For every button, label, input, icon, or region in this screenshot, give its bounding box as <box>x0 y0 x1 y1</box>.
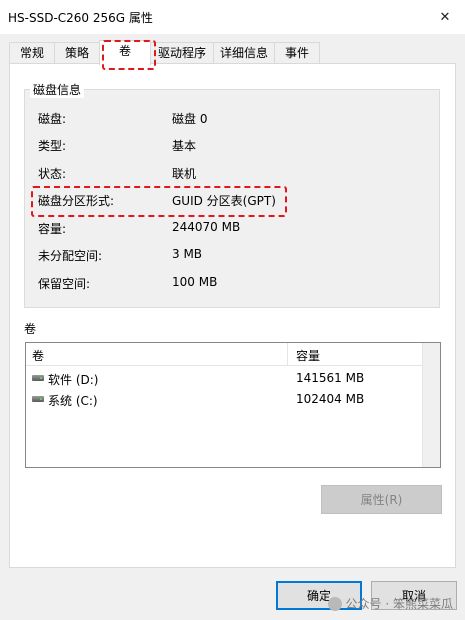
volumes-list[interactable]: 卷 容量 软件 (D:) 141561 MB 系统 (C:) 102404 MB <box>25 342 441 468</box>
column-divider[interactable] <box>287 343 288 365</box>
reserved-label: 保留空间: <box>38 277 91 291</box>
tab-general-label: 常规 <box>19 46 44 60</box>
unallocated-value: 3 MB <box>172 247 203 261</box>
tab-policies[interactable]: 策略 <box>54 42 100 63</box>
tab-volumes-label: 卷 <box>118 44 131 58</box>
watermark-text: 公众号 · 笨熊菜菜瓜 <box>345 597 453 611</box>
volume-name: 系统 (C:) <box>48 394 98 408</box>
disk-value: 磁盘 0 <box>172 112 208 126</box>
type-value: 基本 <box>172 139 197 153</box>
close-button[interactable]: ✕ <box>425 0 465 34</box>
tab-events[interactable]: 事件 <box>274 42 320 63</box>
vertical-scrollbar[interactable] <box>422 343 440 467</box>
volume-name: 软件 (D:) <box>48 373 99 387</box>
column-header-volume[interactable]: 卷 <box>32 347 44 364</box>
tab-policies-label: 策略 <box>64 46 89 60</box>
properties-button-label: 属性(R) <box>360 493 403 507</box>
tab-volumes[interactable]: 卷 <box>99 40 151 65</box>
drive-icon <box>32 396 44 402</box>
list-item[interactable]: 系统 (C:) 102404 MB <box>26 389 424 409</box>
watermark: 公众号 · 笨熊菜菜瓜 <box>327 595 453 612</box>
status-label: 状态: <box>38 167 67 181</box>
type-label: 类型: <box>38 139 67 153</box>
disk-info-group-label: 磁盘信息 <box>30 81 85 98</box>
volumes-list-header: 卷 容量 <box>26 343 440 366</box>
tab-driver[interactable]: 驱动程序 <box>150 42 214 63</box>
reserved-value: 100 MB <box>172 275 218 289</box>
tab-driver-label: 驱动程序 <box>157 46 206 60</box>
disk-info-group: 磁盘: 磁盘 0 类型: 基本 状态: 联机 磁盘分区形式: GUID 分区表(… <box>24 89 440 308</box>
volumes-section-label: 卷 <box>24 322 37 336</box>
properties-dialog: HS-SSD-C260 256G 属性 ✕ 常规 策略 卷 驱动程序 详细信息 … <box>0 0 465 620</box>
drive-icon <box>32 375 44 381</box>
disk-label: 磁盘: <box>38 112 67 126</box>
properties-button[interactable]: 属性(R) <box>321 485 442 514</box>
status-value: 联机 <box>172 167 197 181</box>
tab-content-panel: 磁盘信息 磁盘: 磁盘 0 类型: 基本 状态: 联机 磁盘分区形式: GUID… <box>9 63 456 568</box>
tab-events-label: 事件 <box>284 46 309 60</box>
close-icon: ✕ <box>439 9 451 25</box>
partition-style-label: 磁盘分区形式: <box>38 194 115 208</box>
list-item[interactable]: 软件 (D:) 141561 MB <box>26 368 424 388</box>
volume-capacity: 141561 MB <box>296 371 365 385</box>
capacity-value: 244070 MB <box>172 220 241 234</box>
volume-capacity: 102404 MB <box>296 392 365 406</box>
title-bar: HS-SSD-C260 256G 属性 ✕ <box>0 0 465 34</box>
column-header-capacity[interactable]: 容量 <box>296 347 320 364</box>
partition-style-value: GUID 分区表(GPT) <box>172 194 276 208</box>
tab-details[interactable]: 详细信息 <box>213 42 275 63</box>
capacity-label: 容量: <box>38 222 67 236</box>
tab-details-label: 详细信息 <box>219 46 268 60</box>
tab-general[interactable]: 常规 <box>9 42 55 63</box>
window-title: HS-SSD-C260 256G 属性 <box>8 11 153 25</box>
unallocated-label: 未分配空间: <box>38 249 103 263</box>
wechat-icon <box>327 596 342 611</box>
